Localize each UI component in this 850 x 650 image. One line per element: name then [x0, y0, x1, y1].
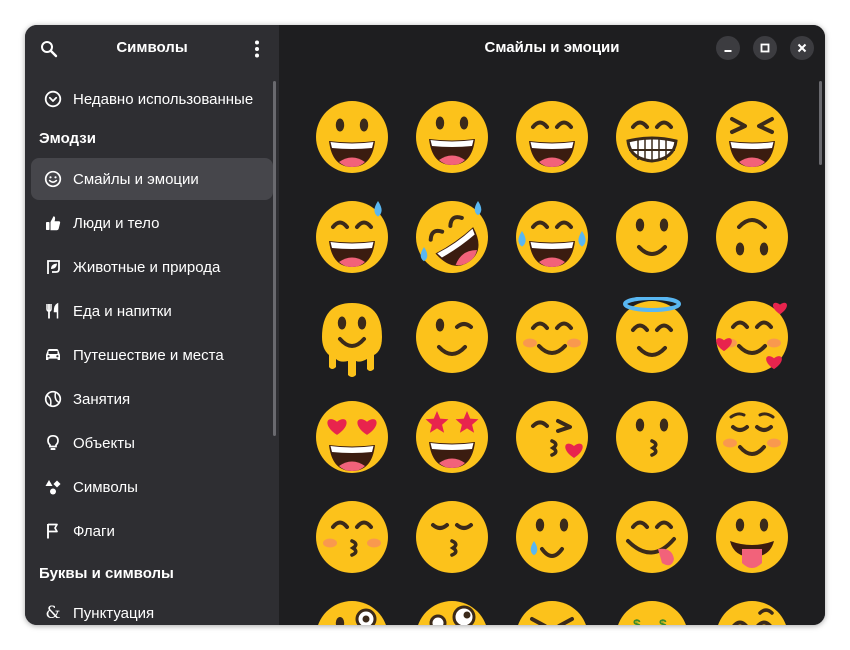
smiling-face-open-hands-emoji[interactable] — [712, 597, 792, 625]
clock-icon — [43, 89, 63, 109]
sidebar-title: Символы — [116, 39, 188, 56]
app-window: Символы Недавно использованные Эмодзи См… — [25, 25, 825, 625]
sidebar-item-food[interactable]: Еда и напитки — [31, 290, 273, 332]
sidebar-item-flags[interactable]: Флаги — [31, 510, 273, 552]
smiling-face-hearts-emoji[interactable] — [712, 297, 792, 377]
sidebar-item-label: Недавно использованные — [73, 90, 254, 108]
zany-face-emoji[interactable] — [412, 597, 492, 625]
main-panel: Смайлы и эмоции $ $ — [279, 25, 825, 625]
winking-face-tongue-emoji[interactable] — [312, 597, 392, 625]
shapes-icon — [43, 477, 63, 497]
svg-text:$: $ — [659, 616, 667, 625]
smiling-face-emoji[interactable] — [712, 397, 792, 477]
close-icon — [797, 43, 807, 53]
sidebar-item-nature[interactable]: Животные и природа — [31, 246, 273, 288]
leaf-icon — [43, 257, 63, 277]
sidebar-item-smileys[interactable]: Смайлы и эмоции — [31, 158, 273, 200]
melting-face-emoji[interactable] — [312, 297, 392, 377]
lightbulb-icon — [43, 433, 63, 453]
sidebar-item-label: Флаги — [73, 522, 115, 540]
rolling-on-floor-laughing-emoji[interactable] — [412, 197, 492, 277]
grinning-face-smiling-eyes-emoji[interactable] — [512, 97, 592, 177]
face-holding-back-tears-emoji[interactable] — [512, 497, 592, 577]
heart-eyes-face-emoji[interactable] — [312, 397, 392, 477]
sidebar-item-symbols[interactable]: Символы — [31, 466, 273, 508]
sidebar-item-recent[interactable]: Недавно использованные — [31, 78, 273, 120]
sidebar-item-label: Символы — [73, 478, 138, 496]
sidebar-item-people[interactable]: Люди и тело — [31, 202, 273, 244]
money-mouth-face-emoji[interactable]: $ $ — [612, 597, 692, 625]
grinning-squinting-face-emoji[interactable] — [712, 97, 792, 177]
upside-down-face-emoji[interactable] — [712, 197, 792, 277]
sidebar-item-activities[interactable]: Занятия — [31, 378, 273, 420]
maximize-icon — [760, 43, 770, 53]
sidebar-item-label: Смайлы и эмоции — [73, 170, 199, 188]
section-emoji: Эмодзи — [39, 130, 96, 147]
car-icon — [43, 345, 63, 365]
maximize-button[interactable] — [753, 36, 777, 60]
grinning-face-emoji[interactable] — [312, 97, 392, 177]
section-letters: Буквы и символы — [39, 565, 174, 582]
minimize-icon — [724, 50, 732, 52]
sidebar-header: Символы — [25, 25, 279, 71]
sidebar-item-travel[interactable]: Путешествие и места — [31, 334, 273, 376]
sidebar-item-label: Еда и напитки — [73, 302, 172, 320]
smiling-face-smiling-eyes-emoji[interactable] — [512, 297, 592, 377]
beaming-face-emoji[interactable] — [612, 97, 692, 177]
sidebar-item-label: Пунктуация — [73, 604, 155, 622]
emoji-grid: $ $ — [279, 81, 825, 625]
star-struck-emoji[interactable] — [412, 397, 492, 477]
sidebar-item-label: Люди и тело — [73, 214, 160, 232]
smiling-face-halo-emoji[interactable] — [612, 297, 692, 377]
thumbs-up-icon — [43, 213, 63, 233]
grinning-face-sweat-emoji[interactable] — [312, 197, 392, 277]
sidebar-scrollbar[interactable] — [273, 81, 276, 436]
face-savoring-food-emoji[interactable] — [612, 497, 692, 577]
flag-icon — [43, 521, 63, 541]
kissing-face-emoji[interactable] — [612, 397, 692, 477]
main-scrollbar[interactable] — [819, 81, 822, 165]
smiley-icon — [43, 169, 63, 189]
sidebar: Символы Недавно использованные Эмодзи См… — [25, 25, 279, 625]
grinning-face-big-eyes-emoji[interactable] — [412, 97, 492, 177]
sidebar-item-punctuation[interactable]: & Пунктуация — [31, 592, 273, 625]
minimize-button[interactable] — [716, 36, 740, 60]
fork-knife-icon — [43, 301, 63, 321]
sidebar-item-label: Занятия — [73, 390, 131, 408]
squinting-face-tongue-emoji[interactable] — [512, 597, 592, 625]
sidebar-item-label: Объекты — [73, 434, 135, 452]
close-button[interactable] — [790, 36, 814, 60]
menu-icon[interactable] — [247, 38, 267, 60]
sidebar-item-label: Животные и природа — [73, 258, 221, 276]
face-tears-of-joy-emoji[interactable] — [512, 197, 592, 277]
face-blowing-kiss-emoji[interactable] — [512, 397, 592, 477]
ball-icon — [43, 389, 63, 409]
kissing-face-smiling-eyes-emoji[interactable] — [412, 497, 492, 577]
ampersand-icon: & — [45, 603, 61, 623]
face-with-tongue-emoji[interactable] — [712, 497, 792, 577]
sidebar-item-objects[interactable]: Объекты — [31, 422, 273, 464]
slightly-smiling-face-emoji[interactable] — [612, 197, 692, 277]
page-title: Смайлы и эмоции — [484, 39, 620, 56]
kissing-face-closed-eyes-emoji[interactable] — [312, 497, 392, 577]
winking-face-emoji[interactable] — [412, 297, 492, 377]
sidebar-item-label: Путешествие и места — [73, 346, 224, 364]
svg-text:$: $ — [633, 616, 641, 625]
